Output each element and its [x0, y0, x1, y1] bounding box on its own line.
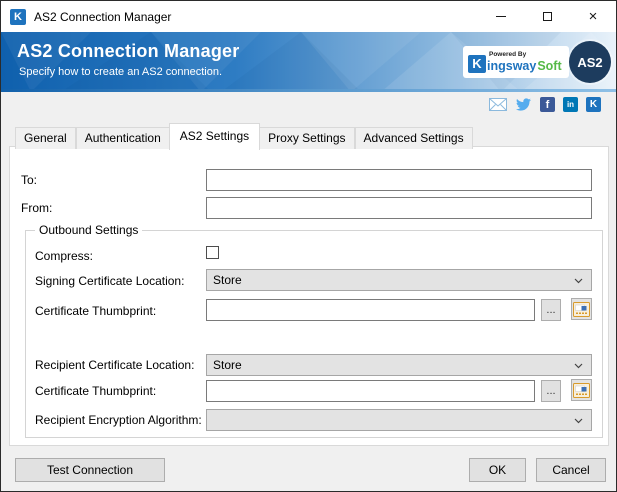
to-label: To:	[21, 173, 38, 187]
from-input[interactable]	[206, 197, 592, 219]
signing-cert-location-value: Store	[213, 273, 242, 287]
social-links: f in K	[489, 97, 601, 112]
app-icon: K	[10, 8, 26, 25]
signing-cert-location-dropdown[interactable]: Store	[206, 269, 592, 291]
certificate-icon	[573, 301, 590, 317]
header-banner: AS2 Connection Manager Specify how to cr…	[1, 32, 616, 92]
twitter-icon[interactable]	[515, 97, 532, 112]
cert-thumbprint-1-input[interactable]	[206, 299, 535, 321]
signing-cert-location-label: Signing Certificate Location:	[35, 274, 185, 288]
recipient-encryption-algorithm-dropdown[interactable]	[206, 409, 592, 431]
chevron-down-icon	[574, 278, 583, 284]
compress-label: Compress:	[35, 249, 94, 263]
window-title: AS2 Connection Manager	[34, 9, 172, 24]
email-icon[interactable]	[489, 98, 507, 111]
cancel-button[interactable]: Cancel	[536, 458, 606, 482]
cert-thumbprint-1-label: Certificate Thumbprint:	[35, 304, 157, 318]
cert-thumbprint-2-input[interactable]	[206, 380, 535, 402]
header-subtitle: Specify how to create an AS2 connection.	[19, 66, 223, 78]
certificate-icon	[573, 382, 590, 398]
minimize-button[interactable]	[478, 1, 524, 32]
test-connection-button[interactable]: Test Connection	[15, 458, 165, 482]
chevron-down-icon	[574, 418, 583, 424]
kingswaysoft-k-icon: K	[468, 54, 486, 73]
minimize-icon	[496, 16, 506, 17]
tab-as2-settings[interactable]: AS2 Settings	[168, 123, 261, 150]
maximize-button[interactable]	[524, 1, 570, 32]
header-bottom-strip	[1, 89, 616, 92]
logo-name-green: Soft	[537, 58, 562, 73]
tab-authentication[interactable]: Authentication	[75, 127, 170, 149]
to-input[interactable]	[206, 169, 592, 191]
recipient-cert-location-label: Recipient Certificate Location:	[35, 358, 195, 372]
compress-checkbox[interactable]	[206, 246, 219, 259]
tab-advanced-settings[interactable]: Advanced Settings	[354, 127, 473, 149]
title-bar: K AS2 Connection Manager ×	[1, 1, 616, 32]
linkedin-icon[interactable]: in	[563, 97, 578, 112]
chevron-down-icon	[574, 363, 583, 369]
recipient-encryption-algorithm-label: Recipient Encryption Algorithm:	[35, 413, 202, 427]
as2-connection-manager-dialog: K AS2 Connection Manager × AS2 Connectio…	[0, 0, 617, 492]
outbound-settings-title: Outbound Settings	[35, 223, 143, 237]
kingswaysoft-logo: K Powered By ingswaySoft	[463, 46, 569, 78]
kingswaysoft-site-icon[interactable]: K	[586, 97, 601, 112]
ok-button[interactable]: OK	[469, 458, 526, 482]
recipient-cert-location-dropdown[interactable]: Store	[206, 354, 592, 376]
from-label: From:	[21, 201, 53, 215]
logo-name-blue: ingsway	[487, 58, 537, 73]
as2-badge: AS2	[569, 41, 611, 83]
tab-strip: General Authentication AS2 Settings Prox…	[15, 123, 473, 150]
cert-thumbprint-2-cert-picker-button[interactable]	[571, 379, 592, 401]
cert-thumbprint-2-browse-button[interactable]: ...	[541, 380, 561, 402]
maximize-icon	[542, 12, 552, 21]
tab-proxy-settings[interactable]: Proxy Settings	[259, 127, 355, 149]
cert-thumbprint-1-browse-button[interactable]: ...	[541, 299, 561, 321]
close-icon: ×	[588, 8, 598, 25]
close-button[interactable]: ×	[570, 1, 616, 32]
header-title: AS2 Connection Manager	[17, 41, 240, 61]
outbound-settings-group: Outbound Settings	[25, 223, 603, 438]
tab-general[interactable]: General	[15, 127, 76, 149]
as2-settings-page: To: From: Outbound Settings Compress: Si…	[9, 146, 609, 446]
recipient-cert-location-value: Store	[213, 358, 242, 372]
facebook-icon[interactable]: f	[540, 97, 555, 112]
cert-thumbprint-1-cert-picker-button[interactable]	[571, 298, 592, 320]
cert-thumbprint-2-label: Certificate Thumbprint:	[35, 384, 157, 398]
